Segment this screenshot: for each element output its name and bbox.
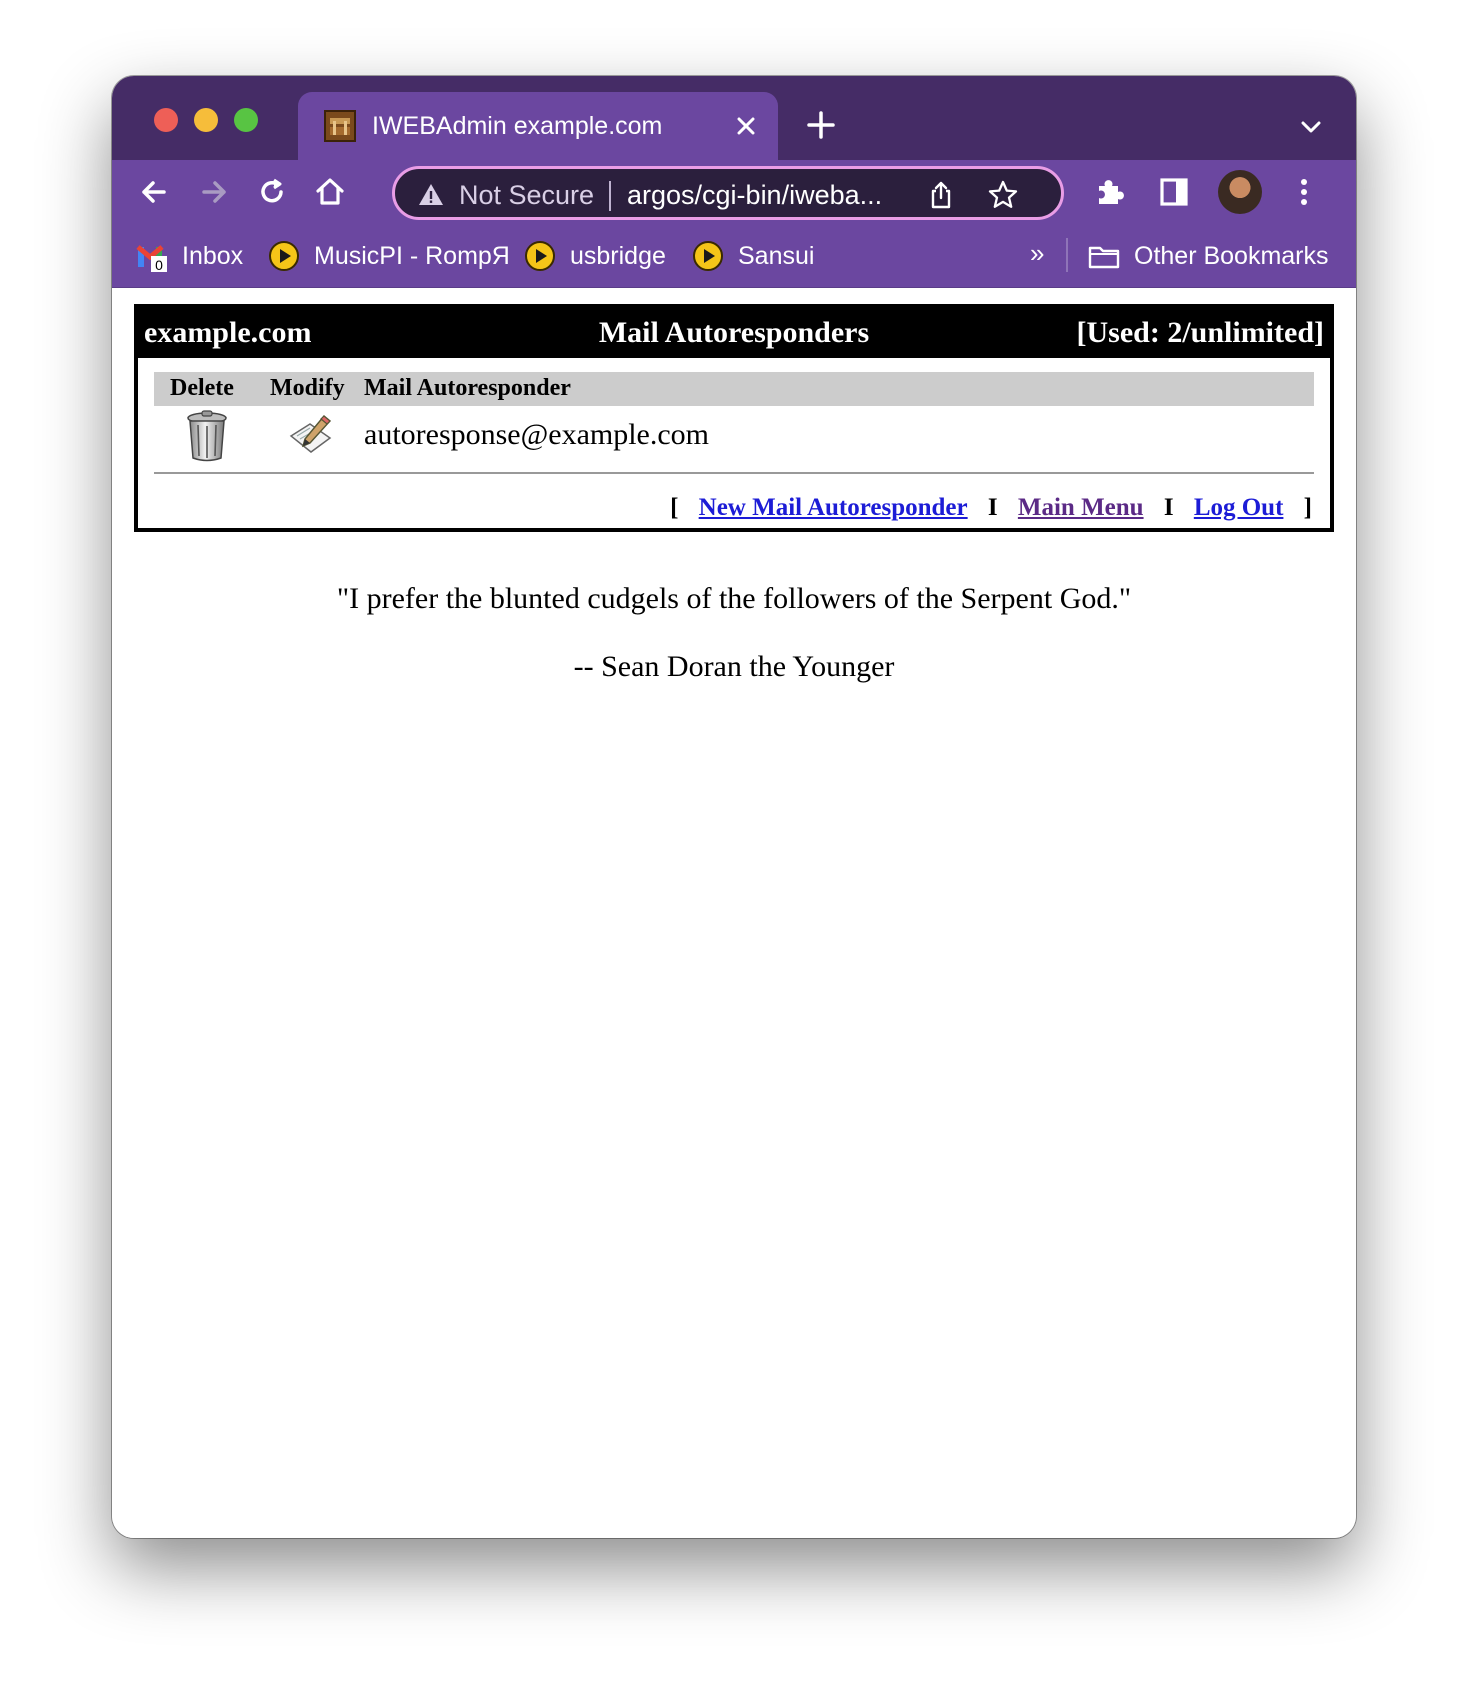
table-header: Delete Modify Mail Autoresponder [154, 372, 1314, 406]
autoresponder-email: autoresponse@example.com [364, 418, 710, 451]
page-content: Mail Autoresponders example.com [Used: 2… [112, 288, 1356, 1538]
delete-trash-icon[interactable] [184, 410, 230, 462]
bookmark-musicpi[interactable]: MusicPI - RompЯ [268, 236, 510, 276]
bookmark-sansui-label: Sansui [738, 242, 815, 270]
quote-text: "I prefer the blunted cudgels of the fol… [336, 582, 1132, 615]
close-tab-icon[interactable] [730, 110, 762, 142]
browser-toolbar: Not Secure argos/cgi-bin/iweba... [112, 160, 1356, 224]
browser-window: IWEBAdmin example.com Not Secure argos/c… [112, 76, 1356, 1538]
more-options-kebab-icon[interactable] [1284, 172, 1324, 212]
warning-triangle-icon [419, 184, 443, 205]
tab-title: IWEBAdmin example.com [372, 112, 663, 140]
bookmarks-separator [1066, 238, 1068, 272]
panel-header: Mail Autoresponders example.com [Used: 2… [138, 308, 1330, 358]
column-modify: Modify [270, 375, 345, 401]
bookmark-usbridge-label: usbridge [570, 242, 666, 270]
folder-icon [1088, 246, 1120, 269]
reload-icon[interactable] [252, 172, 292, 212]
links-separator: I [1163, 494, 1174, 521]
bookmark-inbox[interactable]: 0 Inbox [136, 236, 246, 276]
bookmarks-bar: 0 Inbox MusicPI - RompЯ usbridge Sansui [112, 224, 1356, 288]
address-bar[interactable]: Not Secure argos/cgi-bin/iweba... [392, 166, 1064, 220]
action-links: [ New Mail Autoresponder I Main Menu I L… [670, 494, 1312, 522]
log-out-link[interactable]: Log Out [1194, 494, 1284, 521]
zoom-window-button[interactable] [234, 108, 258, 132]
address-separator [609, 181, 611, 211]
new-tab-plus-icon[interactable] [804, 108, 838, 142]
bookmark-sansui[interactable]: Sansui [692, 236, 822, 276]
new-mail-autoresponder-link[interactable]: New Mail Autoresponder [699, 494, 968, 521]
tab-iwebadmin[interactable]: IWEBAdmin example.com [298, 92, 778, 160]
quote-author: -- Sean Doran the Younger [573, 650, 895, 683]
extensions-puzzle-icon[interactable] [1090, 172, 1130, 212]
modify-pencil-icon[interactable] [288, 414, 334, 456]
iwebadmin-favicon-icon [324, 110, 356, 142]
divider [154, 472, 1314, 474]
bookmark-star-icon[interactable] [987, 179, 1019, 211]
autoresponders-panel: Mail Autoresponders example.com [Used: 2… [134, 304, 1334, 532]
play-circle-icon [693, 241, 723, 271]
usage-count: [Used: 2/unlimited] [1076, 316, 1325, 349]
bookmark-usbridge[interactable]: usbridge [524, 236, 674, 276]
main-menu-link[interactable]: Main Menu [1018, 494, 1144, 521]
play-circle-icon [269, 241, 299, 271]
links-close-bracket: ] [1303, 494, 1312, 521]
other-bookmarks[interactable]: Other Bookmarks [1088, 236, 1329, 276]
play-circle-icon [525, 241, 555, 271]
side-panel-icon[interactable] [1154, 172, 1194, 212]
bookmark-musicpi-label: MusicPI - RompЯ [314, 242, 510, 270]
minimize-window-button[interactable] [194, 108, 218, 132]
bookmark-inbox-label: Inbox [182, 242, 244, 270]
links-separator: I [987, 494, 998, 521]
bookmarks-overflow-chevron[interactable]: » [1030, 238, 1044, 269]
gmail-icon: 0 [136, 245, 167, 272]
links-open-bracket: [ [670, 494, 679, 521]
column-delete: Delete [170, 375, 234, 401]
other-bookmarks-label: Other Bookmarks [1134, 242, 1329, 270]
domain-name: example.com [144, 316, 312, 349]
tab-strip: IWEBAdmin example.com [112, 76, 1356, 160]
back-arrow-icon[interactable] [134, 172, 174, 212]
security-status-label[interactable]: Not Secure [459, 179, 594, 211]
tab-search-chevron-down-icon[interactable] [1296, 112, 1326, 142]
column-mail-autoresponder: Mail Autoresponder [364, 375, 571, 401]
profile-avatar[interactable] [1218, 170, 1262, 214]
home-icon[interactable] [310, 172, 350, 212]
forward-arrow-icon[interactable] [194, 172, 234, 212]
share-icon[interactable] [925, 179, 957, 211]
gmail-badge-count: 0 [155, 257, 163, 272]
close-window-button[interactable] [154, 108, 178, 132]
url-text[interactable]: argos/cgi-bin/iweba... [627, 179, 882, 211]
